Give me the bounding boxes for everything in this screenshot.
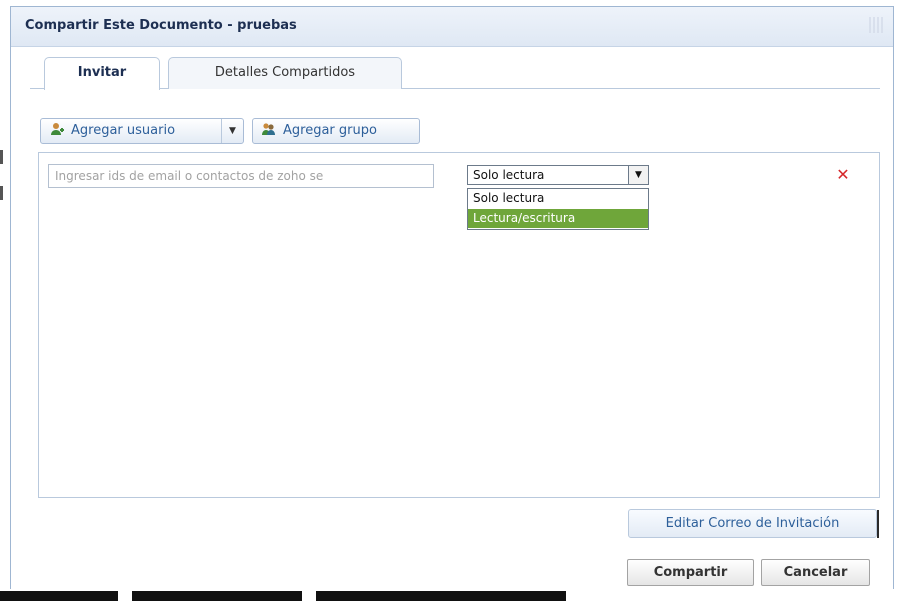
caption-fragment <box>0 591 118 601</box>
permission-select[interactable]: Solo lectura ▼ <box>467 165 649 185</box>
tab-detalles-compartidos[interactable]: Detalles Compartidos <box>168 57 402 89</box>
share-button[interactable]: Compartir <box>627 559 754 586</box>
remove-icon[interactable]: ✕ <box>835 167 851 183</box>
add-group-button[interactable]: Agregar grupo <box>252 118 420 144</box>
add-group-label: Agregar grupo <box>283 123 377 138</box>
add-user-label: Agregar usuario <box>71 123 176 138</box>
dialog-title: Compartir Este Documento - pruebas <box>25 18 297 33</box>
chevron-down-icon[interactable]: ▼ <box>628 166 648 184</box>
dialog-titlebar[interactable]: Compartir Este Documento - pruebas <box>11 7 893 47</box>
option-solo-lectura[interactable]: Solo lectura <box>468 189 648 208</box>
resize-grip-icon[interactable] <box>869 17 885 33</box>
cropped-caption <box>0 589 901 601</box>
email-input[interactable] <box>48 164 434 188</box>
option-lectura-escritura[interactable]: Lectura/escritura <box>468 209 648 228</box>
caption-fragment <box>132 591 302 601</box>
button-divider <box>877 510 879 538</box>
user-add-icon <box>51 123 64 135</box>
group-add-icon <box>262 123 275 135</box>
edit-invitation-button[interactable]: Editar Correo de Invitación <box>628 509 877 538</box>
invite-panel <box>38 152 880 498</box>
permission-select-value: Solo lectura <box>473 168 545 182</box>
add-user-button[interactable]: Agregar usuario ▼ <box>40 118 244 144</box>
edge-mark <box>0 186 3 200</box>
cancel-button[interactable]: Cancelar <box>761 559 870 586</box>
permission-dropdown: Solo lectura Lectura/escritura <box>467 188 649 230</box>
caption-fragment <box>316 591 566 601</box>
edge-mark <box>0 150 3 164</box>
tab-invitar[interactable]: Invitar <box>44 57 160 90</box>
window-left-edge <box>0 0 9 601</box>
chevron-down-icon[interactable]: ▼ <box>221 119 243 143</box>
